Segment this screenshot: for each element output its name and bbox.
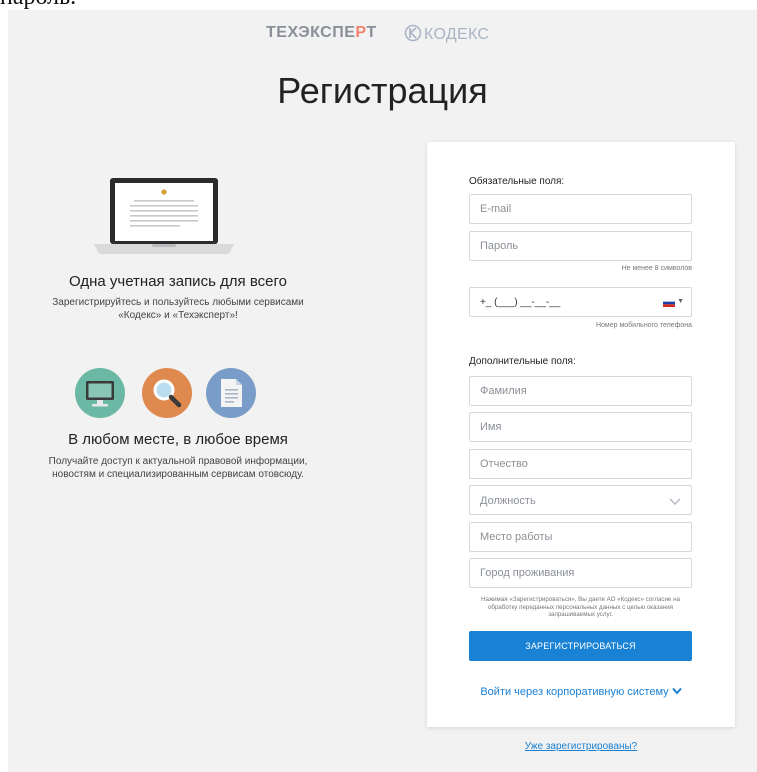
register-button[interactable]: ЗАРЕГИСТРИРОВАТЬСЯ [469, 631, 692, 661]
techexpert-logo: ТЕХЭКСПЕРТ [266, 24, 377, 42]
email-input[interactable] [469, 194, 692, 224]
techexpert-logo-mark: Р [355, 24, 367, 41]
feature-desc-anywhere: Получайте доступ к актуальной правовой и… [48, 456, 308, 480]
corporate-login-label: Войти через корпоративную систему [480, 686, 669, 698]
document-icon [206, 368, 256, 418]
feature-title-account: Одна учетная запись для всего [69, 273, 287, 290]
chevron-down-icon [669, 498, 681, 505]
laptop-icon [94, 178, 234, 254]
chevron-down-icon [671, 687, 682, 695]
feature-desc-account: Зарегистрируйтесь и пользуйтесь любыми с… [52, 297, 304, 321]
kodeks-logo: КОДЕКС [404, 24, 489, 44]
position-select[interactable]: Должность [469, 485, 692, 515]
patronymic-input[interactable] [469, 449, 692, 479]
techexpert-logo-left: ТЕХЭКСПЕ [266, 24, 356, 41]
workplace-input[interactable] [469, 522, 692, 552]
monitor-icon [75, 368, 125, 418]
feature-title-anywhere: В любом месте, в любое время [68, 431, 288, 448]
password-input[interactable] [469, 231, 692, 261]
password-hint: Не менее 8 символов [621, 265, 692, 272]
already-registered-link[interactable]: Уже зарегистрированы? [427, 741, 735, 752]
kodeks-logo-text: КОДЕКС [424, 26, 490, 43]
techexpert-logo-right: Т [366, 24, 377, 41]
caret-down-icon[interactable]: ▼ [677, 298, 684, 305]
russia-flag-icon[interactable] [663, 299, 675, 307]
kodeks-mark-icon [404, 24, 422, 42]
surname-input[interactable] [469, 376, 692, 406]
optional-fields-label: Дополнительные поля: [469, 356, 576, 367]
corporate-login-link[interactable]: Войти через корпоративную систему [427, 686, 735, 698]
consent-notice: Нажимая «Зарегистрироваться», Вы даете А… [481, 596, 680, 618]
name-input[interactable] [469, 412, 692, 442]
required-fields-label: Обязательные поля: [469, 176, 565, 187]
brand-logos: ТЕХЭКСПЕРТ КОДЕКС [8, 22, 757, 46]
phone-mask-value: +_ (___) __-__-__ [480, 297, 561, 308]
position-select-label: Должность [480, 495, 536, 507]
registration-form: Обязательные поля: Не менее 8 символов +… [427, 142, 735, 727]
magnifier-icon [142, 368, 192, 418]
phone-hint: Номер мобильного телефона [595, 322, 692, 329]
page-fragment-text: пароль. [0, 0, 200, 10]
city-input[interactable] [469, 558, 692, 588]
page-title: Регистрация [277, 70, 488, 111]
phone-input[interactable]: +_ (___) __-__-__ ▼ [469, 287, 692, 317]
registration-page: ТЕХЭКСПЕРТ КОДЕКС Регистрация Одна учетн… [8, 10, 757, 772]
